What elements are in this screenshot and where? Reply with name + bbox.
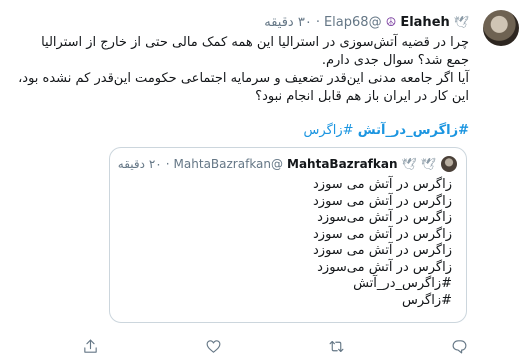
avatar[interactable] bbox=[483, 10, 519, 46]
display-name[interactable]: Elaheh bbox=[400, 15, 449, 30]
tweet-text-line: این کار در ایران باز هم قابل انجام نبود؟ bbox=[255, 89, 469, 104]
handle[interactable]: @Elap68 bbox=[324, 15, 382, 30]
retweet-button[interactable] bbox=[327, 336, 347, 356]
like-button[interactable] bbox=[203, 336, 223, 356]
timestamp[interactable]: ۳۰ دقیقه bbox=[264, 15, 312, 30]
quote-line: زاگرس در آتش می سوزد bbox=[313, 177, 452, 192]
reply-icon bbox=[453, 339, 467, 353]
quote-text: زاگرس در آتش می سوزد زاگرس در آتش می سوز… bbox=[313, 177, 452, 309]
quote-line: زاگرس در آتش می سوزد bbox=[313, 243, 452, 258]
hashtag-link[interactable]: #زاگرس_در_آتش bbox=[358, 123, 469, 138]
quote-avatar bbox=[441, 156, 457, 172]
dove-icon: 🕊 bbox=[401, 157, 417, 171]
quote-display-name: MahtaBazrafkan bbox=[287, 157, 398, 171]
reply-button[interactable] bbox=[450, 336, 470, 356]
dove-icon: 🕊 bbox=[420, 157, 436, 171]
share-button[interactable] bbox=[80, 336, 100, 356]
quote-line: زاگرس در آتش می‌سوزد bbox=[317, 210, 452, 225]
hashtag-link[interactable]: #زاگرس bbox=[304, 123, 354, 138]
tweet-text-line: چرا در قضیه آتش‌سوزی در استرالیا این همه… bbox=[41, 35, 469, 50]
separator: · bbox=[315, 14, 320, 30]
quote-line: زاگرس در آتش می سوزد bbox=[313, 226, 452, 242]
quote-handle: @MahtaBazrafkan bbox=[173, 157, 284, 171]
action-bar bbox=[80, 336, 470, 356]
hashtags: #زاگرس_در_آتش #زاگرس bbox=[304, 122, 469, 140]
tweet-text-line: جمع شد؟ سوال جدی دارم. bbox=[321, 53, 469, 68]
dove-icon: 🕊 bbox=[453, 15, 469, 29]
separator: · bbox=[165, 157, 170, 171]
quoted-tweet[interactable]: 🕊 🕊 MahtaBazrafkan @MahtaBazrafkan · ۲۰ … bbox=[109, 147, 467, 323]
quote-line: #زاگرس bbox=[401, 292, 452, 308]
quote-header: 🕊 🕊 MahtaBazrafkan @MahtaBazrafkan · ۲۰ … bbox=[118, 155, 436, 173]
quote-line: زاگرس در آتش می سوزد bbox=[313, 193, 452, 209]
tweet[interactable]: 🕊 Elaheh ☮ @Elap68 · ۳۰ دقیقه چرا در قضی… bbox=[0, 0, 531, 364]
quote-line: #زاگرس_در_آتش bbox=[353, 276, 452, 291]
tweet-text-line: آیا اگر جامعه مدنی این‌قدر تضعیف و سرمای… bbox=[18, 71, 469, 86]
peace-icon: ☮ bbox=[385, 15, 397, 29]
tweet-text: چرا در قضیه آتش‌سوزی در استرالیا این همه… bbox=[9, 34, 469, 106]
share-icon bbox=[83, 339, 97, 353]
retweet-icon bbox=[329, 340, 344, 352]
tweet-header: 🕊 Elaheh ☮ @Elap68 · ۳۰ دقیقه bbox=[264, 13, 469, 31]
like-icon bbox=[206, 339, 221, 353]
quote-timestamp: ۲۰ دقیقه bbox=[117, 157, 162, 171]
quote-line: زاگرس در آتش می‌سوزد bbox=[317, 259, 452, 275]
